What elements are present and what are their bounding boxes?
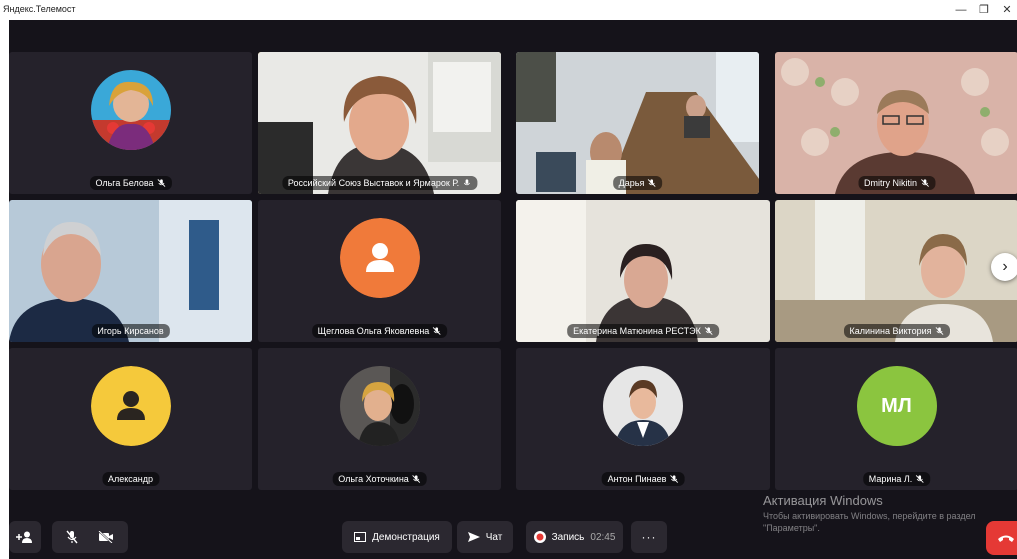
mic-off-icon xyxy=(157,179,165,187)
participant-name-chip: Щеглова Ольга Яковлевна xyxy=(311,324,448,338)
record-timer: 02:45 xyxy=(590,531,616,543)
participant-avatar xyxy=(90,366,171,446)
participant-tile[interactable]: Дарья xyxy=(516,52,759,194)
participant-tile[interactable]: Калинина Виктория xyxy=(775,200,1017,342)
activation-watermark-text: Чтобы активировать Windows, перейдите в … xyxy=(763,511,976,533)
participant-tile[interactable]: Ольга Хоточкина xyxy=(258,348,501,490)
record-icon xyxy=(533,531,546,543)
participant-tile[interactable]: Александр xyxy=(9,348,252,490)
participant-tile[interactable]: Щеглова Ольга Яковлевна xyxy=(258,200,501,342)
participant-name-chip: Екатерина Матюнина РЕСТЭК xyxy=(567,324,719,338)
window-titlebar: Яндекс.Телемост — ❐ ✕ xyxy=(0,0,1017,20)
screen-share-icon xyxy=(354,532,367,542)
mic-icon xyxy=(463,179,470,186)
participant-tile[interactable]: Екатерина Матюнина РЕСТЭК xyxy=(516,200,770,342)
participant-name-chip: Калинина Виктория xyxy=(843,324,950,338)
participant-video xyxy=(258,52,501,194)
participant-name-chip: Dmitry Nikitin xyxy=(858,176,935,190)
participant-avatar xyxy=(603,366,683,446)
participant-name: Калинина Виктория xyxy=(849,326,932,336)
mic-off-icon xyxy=(920,179,929,187)
mic-off-icon xyxy=(704,327,713,335)
participant-tile[interactable]: Игорь Кирсанов xyxy=(9,200,252,342)
participant-name-chip: Дарья xyxy=(612,176,663,190)
maximize-button[interactable]: ❐ xyxy=(973,2,995,18)
participant-video xyxy=(9,200,252,342)
participant-video xyxy=(516,200,770,342)
participant-initials: МЛ xyxy=(881,394,912,417)
conference-stage: Ольга Белова Российский Союз Выставок и … xyxy=(9,20,1017,559)
participant-name: Щеглова Ольга Яковлевна xyxy=(317,326,430,336)
participant-name: Александр xyxy=(107,474,154,484)
activation-watermark-title: Активация Windows xyxy=(763,493,883,508)
record-button[interactable]: Запись 02:45 xyxy=(526,521,623,553)
mic-off-icon xyxy=(412,475,421,483)
participant-name-chip: Ольга Белова xyxy=(89,176,172,190)
participant-tile[interactable]: Ольга Белова xyxy=(9,52,252,194)
participant-avatar: МЛ xyxy=(856,366,937,446)
participant-name: Российский Союз Выставок и Ярмарок Р. xyxy=(287,178,460,188)
chat-button[interactable]: Чат xyxy=(457,521,513,553)
participant-name-chip: Ольга Хоточкина xyxy=(332,472,427,486)
participant-name: Игорь Кирсанов xyxy=(97,326,164,336)
media-controls xyxy=(52,521,128,553)
participant-tile[interactable]: МЛ Марина Л. xyxy=(775,348,1017,490)
participant-name: Дарья xyxy=(618,178,645,188)
add-user-icon xyxy=(16,531,32,543)
participant-video xyxy=(775,200,1017,342)
mic-off-icon xyxy=(935,327,943,335)
screen-share-label: Демонстрация xyxy=(372,531,440,543)
participant-tile[interactable]: Антон Пинаев xyxy=(516,348,770,490)
participant-name-chip: Игорь Кирсанов xyxy=(91,324,170,338)
participant-name-chip: Марина Л. xyxy=(862,472,931,486)
more-icon: ··· xyxy=(641,530,657,544)
participant-avatar xyxy=(339,218,420,298)
participant-video xyxy=(516,52,759,194)
send-icon xyxy=(467,532,480,542)
mic-off-icon xyxy=(669,475,678,483)
app-title: Яндекс.Телемост xyxy=(3,4,76,14)
participant-name: Ольга Белова xyxy=(95,178,154,188)
participant-name-chip: Александр xyxy=(101,472,160,486)
invite-participant-button[interactable] xyxy=(9,521,41,553)
participant-name: Марина Л. xyxy=(868,474,913,484)
participant-tile[interactable]: Dmitry Nikitin xyxy=(775,52,1017,194)
participant-name: Екатерина Матюнина РЕСТЭК xyxy=(573,326,701,336)
minimize-button[interactable]: — xyxy=(950,2,972,18)
participant-name-chip: Российский Союз Выставок и Ярмарок Р. xyxy=(281,176,478,190)
participant-name: Dmitry Nikitin xyxy=(864,178,917,188)
camera-off-icon[interactable] xyxy=(98,531,114,543)
participant-name-chip: Антон Пинаев xyxy=(601,472,685,486)
participant-video xyxy=(775,52,1017,194)
screen-share-button[interactable]: Демонстрация xyxy=(342,521,452,553)
mic-off-icon xyxy=(915,475,924,483)
hang-up-button[interactable] xyxy=(986,521,1017,555)
record-label: Запись xyxy=(551,531,585,543)
participant-avatar xyxy=(339,366,420,446)
participant-name: Ольга Хоточкина xyxy=(338,474,409,484)
phone-hangup-icon xyxy=(998,535,1014,542)
next-page-chevron-icon[interactable]: › xyxy=(991,253,1017,281)
mic-off-icon[interactable] xyxy=(66,530,78,544)
chat-label: Чат xyxy=(485,531,503,543)
mic-off-icon xyxy=(647,179,656,187)
mic-off-icon xyxy=(432,327,441,335)
participant-name: Антон Пинаев xyxy=(607,474,667,484)
participant-avatar xyxy=(90,70,171,150)
close-button[interactable]: ✕ xyxy=(996,2,1017,18)
participant-tile-active[interactable]: Российский Союз Выставок и Ярмарок Р. xyxy=(258,52,501,194)
more-options-button[interactable]: ··· xyxy=(631,521,667,553)
